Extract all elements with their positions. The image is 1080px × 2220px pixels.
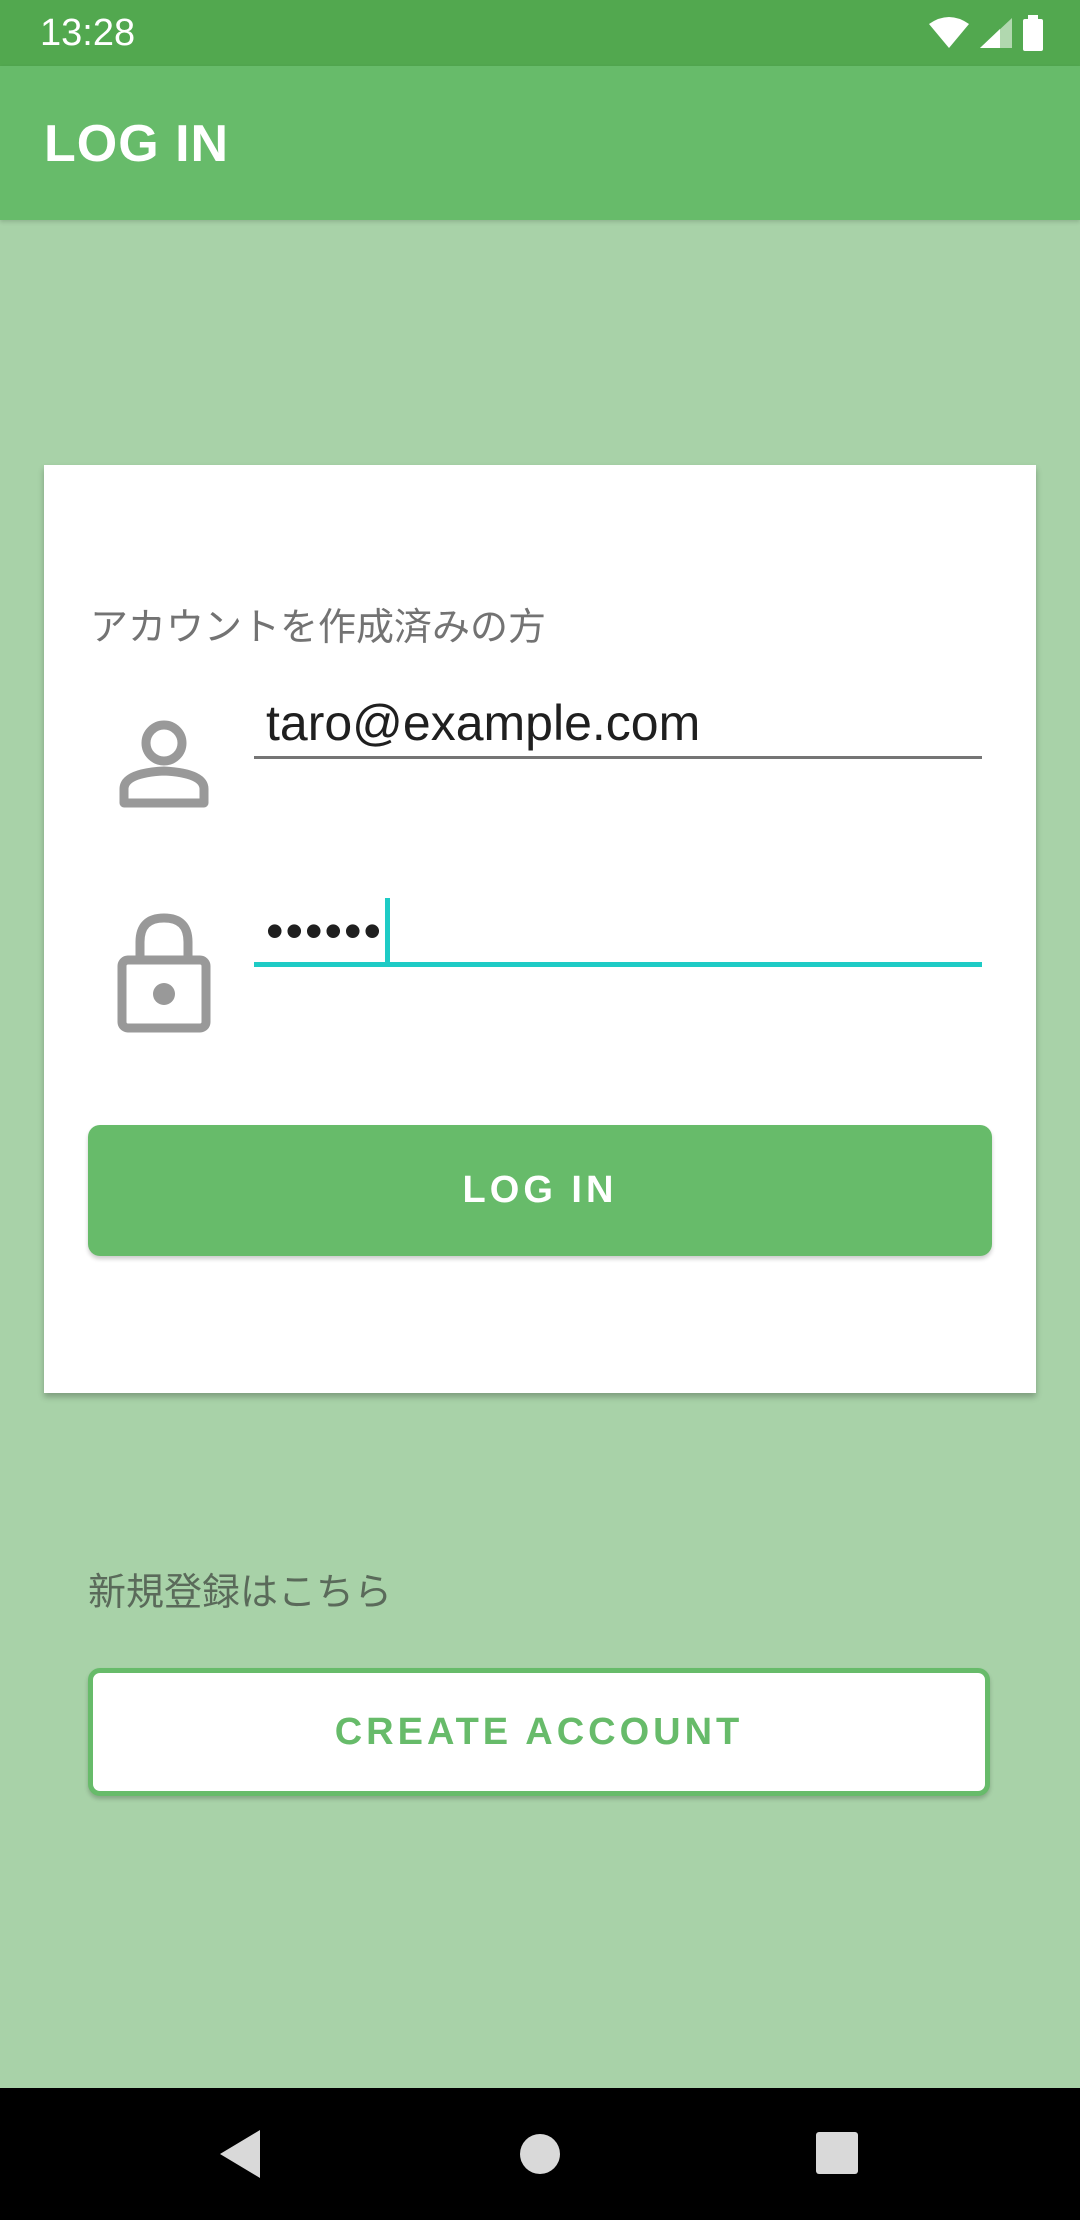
email-value: taro@example.com: [266, 695, 701, 751]
wifi-icon: [929, 17, 969, 48]
navigation-bar: [0, 2088, 1080, 2220]
status-time: 13:28: [40, 12, 136, 54]
page-title: LOG IN: [44, 115, 230, 173]
password-value: ••••••: [266, 903, 384, 959]
signup-caption: 新規登録はこちら: [88, 1572, 393, 1614]
login-button[interactable]: LOG IN: [88, 1125, 992, 1256]
recents-icon[interactable]: [810, 2126, 866, 2182]
login-card: アカウントを作成済みの方 taro@example.com •••••• LOG…: [44, 465, 1036, 1393]
battery-icon: [1023, 15, 1043, 51]
password-field[interactable]: ••••••: [254, 895, 982, 967]
back-icon[interactable]: [214, 2126, 270, 2182]
login-caption: アカウントを作成済みの方: [90, 607, 547, 649]
lock-icon: [117, 913, 211, 1033]
create-account-button[interactable]: CREATE ACCOUNT: [88, 1668, 990, 1796]
app-bar: LOG IN: [0, 66, 1080, 220]
signal-icon: [980, 18, 1012, 48]
status-icons: [928, 14, 1044, 52]
home-icon[interactable]: [512, 2126, 568, 2182]
status-bar: 13:28: [0, 0, 1080, 66]
person-icon: [119, 720, 209, 808]
text-cursor: [385, 897, 391, 964]
email-field[interactable]: taro@example.com: [254, 687, 982, 759]
